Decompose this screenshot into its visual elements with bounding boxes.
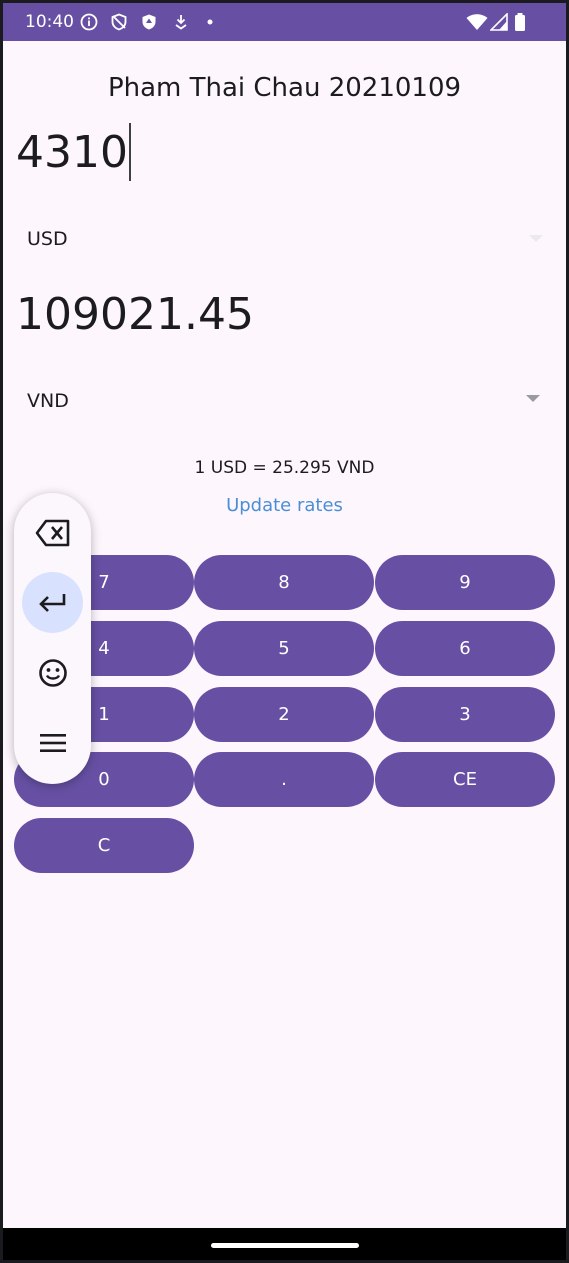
floating-keyboard-toolbar bbox=[14, 493, 91, 784]
amount-input[interactable]: 4310 bbox=[16, 123, 131, 181]
converted-amount: 109021.45 bbox=[16, 289, 254, 340]
enter-icon bbox=[38, 593, 65, 612]
wifi-icon bbox=[466, 14, 488, 30]
menu-icon bbox=[39, 733, 66, 752]
clear-button[interactable]: C bbox=[14, 818, 194, 873]
dot-icon bbox=[207, 19, 213, 25]
battery-icon bbox=[515, 13, 525, 31]
chevron-down-icon bbox=[526, 395, 540, 402]
menu-button[interactable] bbox=[22, 712, 83, 773]
enter-button[interactable] bbox=[22, 572, 83, 633]
backspace-icon bbox=[35, 519, 69, 546]
emoji-button[interactable] bbox=[22, 642, 83, 703]
chevron-down-icon bbox=[529, 235, 543, 242]
signal-icon bbox=[490, 13, 508, 31]
key-decimal[interactable]: . bbox=[194, 752, 374, 807]
key-6[interactable]: 6 bbox=[375, 621, 555, 676]
to-currency-value: VND bbox=[27, 390, 69, 412]
key-9[interactable]: 9 bbox=[375, 555, 555, 610]
info-icon bbox=[80, 13, 98, 31]
key-8[interactable]: 8 bbox=[194, 555, 374, 610]
key-5[interactable]: 5 bbox=[194, 621, 374, 676]
navigation-bar bbox=[3, 1228, 566, 1260]
status-time: 10:40 bbox=[25, 12, 74, 32]
shield-filled-icon bbox=[142, 14, 156, 30]
backspace-button[interactable] bbox=[22, 502, 83, 563]
clear-entry-button[interactable]: CE bbox=[375, 752, 555, 807]
download-icon bbox=[175, 15, 187, 30]
update-rates-link[interactable]: Update rates bbox=[3, 495, 566, 516]
status-bar: 10:40 bbox=[3, 3, 566, 41]
phone-screen: 10:40 Pham Thai Chau 20210109 4310 USD 1… bbox=[3, 3, 566, 1260]
key-2[interactable]: 2 bbox=[194, 687, 374, 742]
from-currency-value: USD bbox=[27, 228, 68, 250]
home-gesture-handle[interactable] bbox=[211, 1243, 359, 1248]
page-title: Pham Thai Chau 20210109 bbox=[107, 73, 462, 103]
text-cursor bbox=[128, 123, 131, 181]
amount-input-value: 4310 bbox=[16, 126, 128, 178]
exchange-rate-text: 1 USD = 25.295 VND bbox=[194, 458, 375, 478]
key-3[interactable]: 3 bbox=[375, 687, 555, 742]
shield-icon bbox=[111, 13, 127, 31]
emoji-icon bbox=[38, 658, 67, 687]
